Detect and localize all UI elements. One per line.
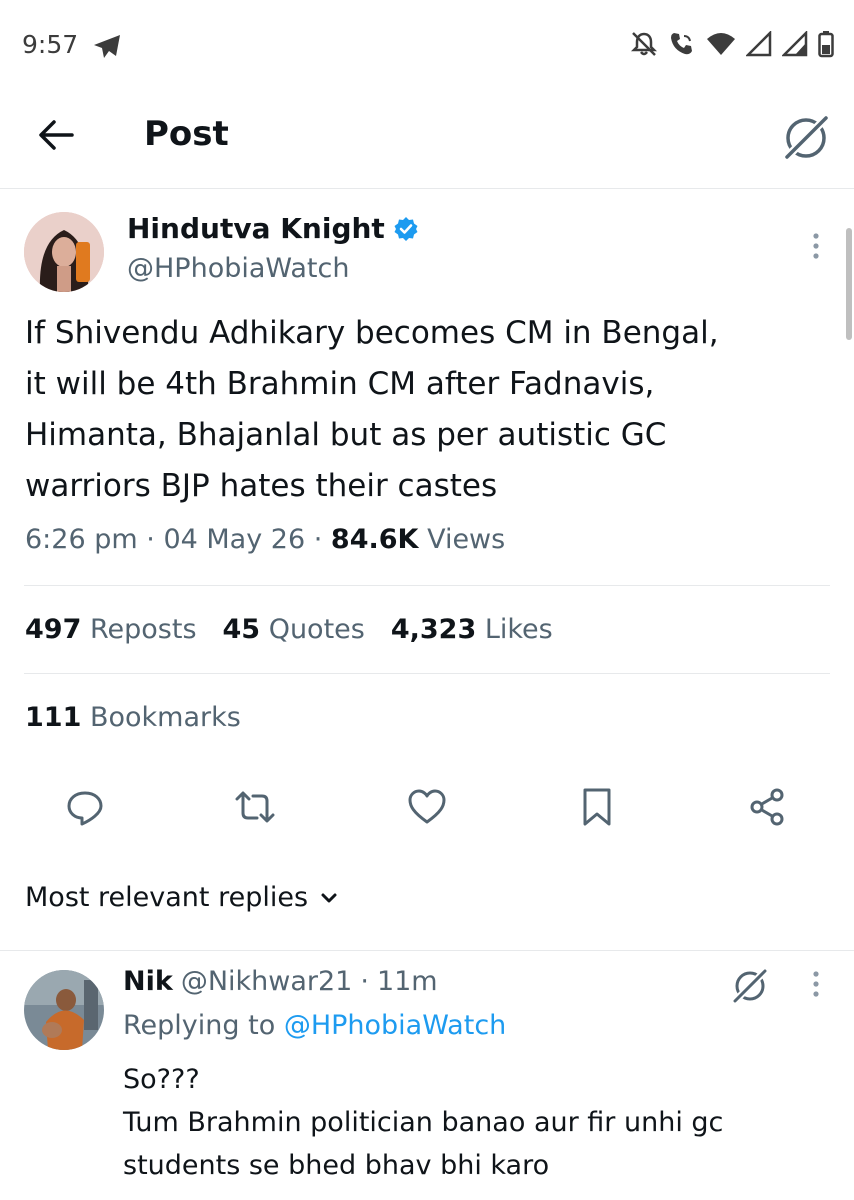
reply-author-name[interactable]: Nik [123,966,173,997]
replying-to: Replying to @HPhobiaWatch [123,1010,506,1041]
repost-icon[interactable] [233,785,277,829]
likes-count: 4,323 [390,614,477,645]
likes-stat[interactable]: 4,323 Likes [391,614,553,645]
reply-text: So??? Tum Brahmin politician banao aur f… [123,1058,823,1187]
page-title: Post [144,114,229,154]
post-date: 04 May 26 [163,524,306,555]
like-icon[interactable] [405,785,449,829]
grok-icon[interactable] [728,964,772,1008]
verified-badge-icon [394,216,418,241]
author-name[interactable]: Hindutva Knight [127,212,419,245]
reply-avatar-image [24,970,104,1050]
telegram-icon [94,35,120,58]
views-label: Views [427,524,506,555]
reply-age: 11m [376,966,438,997]
post-meta: 6:26 pm · 04 May 26 · 84.6K Views [25,524,505,555]
chevron-down-icon [321,893,337,902]
views-count: 84.6K [330,524,419,555]
quotes-label: Quotes [268,614,365,645]
replies-sort-dropdown[interactable]: Most relevant replies [25,882,340,913]
action-bar [0,785,854,835]
divider [24,673,830,674]
scrollbar[interactable] [846,228,852,340]
separator: · [313,524,323,555]
share-icon[interactable] [746,785,790,829]
quotes-count: 45 [222,614,261,645]
bookmarks-stat[interactable]: 111 Bookmarks [25,702,241,733]
engagement-stats: 497 Reposts 45 Quotes 4,323 Likes [25,614,553,645]
reposts-stat[interactable]: 497 Reposts [25,614,197,645]
reposts-count: 497 [25,614,82,645]
bookmarks-label: Bookmarks [89,702,241,733]
author-handle[interactable]: @HPhobiaWatch [127,253,349,284]
battery-icon [818,31,834,58]
reply-text-line: So??? [123,1064,200,1095]
replies-sort-label: Most relevant replies [25,882,309,913]
reply-avatar[interactable] [24,970,104,1050]
author-name-text: Hindutva Knight [127,212,385,245]
replying-to-handle[interactable]: @HPhobiaWatch [284,1010,506,1041]
post-text: If Shivendu Adhikary becomes CM in Benga… [25,308,825,512]
wifi-icon [707,33,735,55]
back-arrow-icon[interactable] [34,112,80,158]
separator: · [360,966,369,997]
post-time: 6:26 pm [25,524,138,555]
avatar[interactable] [24,212,104,292]
wifi-calling-icon [671,33,692,55]
signal-icon [746,31,772,57]
bookmark-icon[interactable] [575,785,619,829]
reply-icon[interactable] [63,785,107,829]
post-text-line: warriors BJP hates their castes [25,468,498,504]
grok-icon[interactable] [778,110,834,166]
replying-to-prefix: Replying to [123,1010,276,1041]
reply-text-line: students se bhed bhav bhi karo [123,1150,550,1181]
signal-icon [782,31,808,57]
header-divider [0,188,854,189]
post-text-line: it will be 4th Brahmin CM after Fadnavis… [25,366,655,402]
status-time: 9:57 [22,30,79,59]
mute-icon [630,32,658,56]
reply-author-handle[interactable]: @Nikhwar21 [181,966,353,997]
likes-label: Likes [484,614,553,645]
divider [24,585,830,586]
divider [0,950,854,951]
more-vertical-icon[interactable] [806,228,826,268]
post-text-line: If Shivendu Adhikary becomes CM in Benga… [25,315,719,351]
reposts-label: Reposts [89,614,197,645]
separator: · [146,524,155,555]
status-icons [630,30,834,58]
reply-text-line: Tum Brahmin politician banao aur fir unh… [123,1107,724,1138]
reply-header: Nik @Nikhwar21 · 11m [123,966,438,997]
bookmarks-count: 111 [25,702,82,733]
status-bar: 9:57 [0,0,854,90]
quotes-stat[interactable]: 45 Quotes [223,614,365,645]
more-vertical-icon[interactable] [806,966,826,1006]
post-text-line: Himanta, Bhajanlal but as per autistic G… [25,417,667,453]
avatar-image [24,212,104,292]
